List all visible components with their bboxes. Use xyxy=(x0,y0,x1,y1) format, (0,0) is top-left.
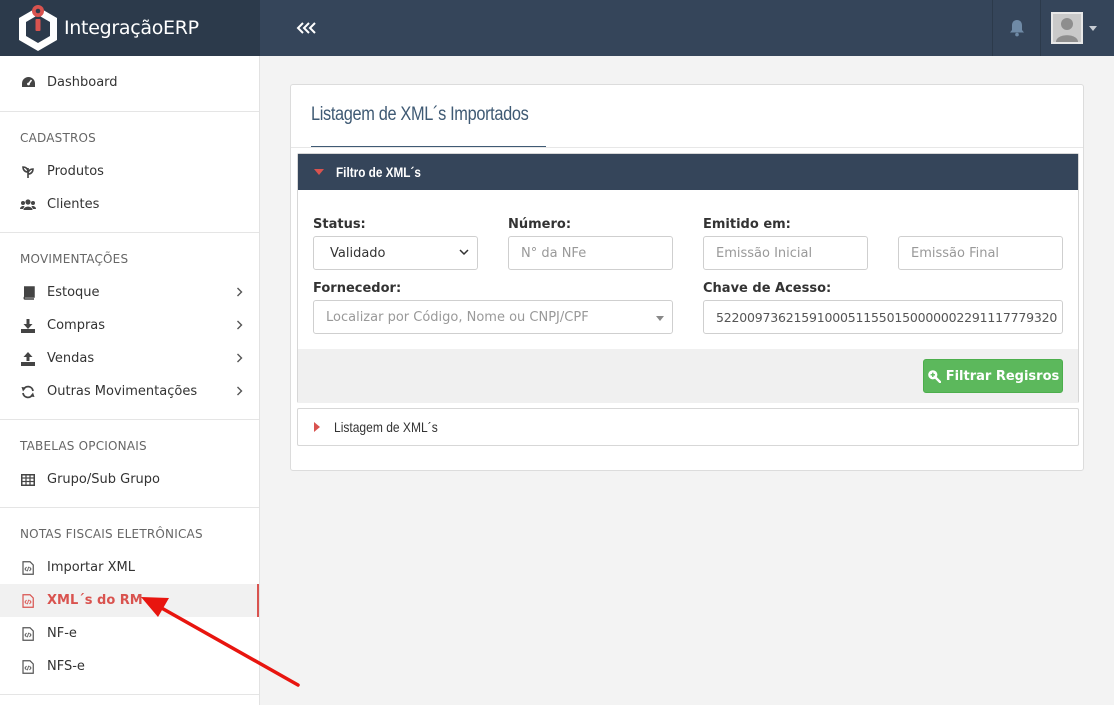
file-code-icon xyxy=(20,560,36,576)
sidebar-item-compras[interactable]: Compras xyxy=(0,309,259,342)
chave-label: Chave de Acesso: xyxy=(703,281,832,296)
filter-button[interactable]: Filtrar Regisros xyxy=(923,359,1063,393)
chevron-right-icon xyxy=(237,353,243,363)
sidebar-section-cadastros: CADASTROS Produtos Clientes xyxy=(0,112,259,233)
section-title: MOVIMENTAÇÕES xyxy=(20,252,129,266)
file-code-icon xyxy=(20,659,36,675)
page-title: Listagem de XML´s Importados xyxy=(311,104,529,125)
bell-icon xyxy=(1009,20,1024,37)
filter-footer: Filtrar Regisros xyxy=(298,349,1078,403)
chave-value: 5220097362159100051155015000000229111777… xyxy=(716,309,1058,325)
caret-down-icon xyxy=(314,169,324,175)
filter-header-toggle[interactable]: Filtro de XML´s xyxy=(298,154,1078,190)
status-label: Status: xyxy=(313,217,366,232)
sidebar-item-label: NFS-e xyxy=(47,659,85,674)
panel-divider xyxy=(291,147,1083,148)
fornecedor-label: Fornecedor: xyxy=(313,281,402,296)
logo-icon xyxy=(19,5,57,51)
section-title: NOTAS FISCAIS ELETRÔNICAS xyxy=(20,527,203,541)
sidebar-item-estoque[interactable]: Estoque xyxy=(0,276,259,309)
avatar xyxy=(1051,12,1083,44)
search-plus-icon xyxy=(927,369,941,383)
emissao-inicial-field[interactable] xyxy=(703,236,868,270)
brand[interactable]: IntegraçãoERP xyxy=(0,0,260,56)
chave-field[interactable]: 5220097362159100051155015000000229111777… xyxy=(703,300,1063,334)
sidebar-item-grupo-sub-grupo[interactable]: Grupo/Sub Grupo xyxy=(0,463,259,496)
topbar: IntegraçãoERP xyxy=(0,0,1114,56)
notifications-button[interactable] xyxy=(992,0,1040,56)
sidebar-item-importar-xml[interactable]: Importar XML xyxy=(0,551,259,584)
emissao-final-field[interactable] xyxy=(898,236,1063,270)
refresh-icon xyxy=(20,384,36,400)
sidebar-item-label: Grupo/Sub Grupo xyxy=(47,472,160,487)
list-header-toggle[interactable]: Listagem de XML´s xyxy=(297,408,1079,446)
sidebar-item-label: Importar XML xyxy=(47,560,135,575)
user-menu[interactable] xyxy=(1040,0,1114,56)
sidebar-item-label: Clientes xyxy=(47,197,100,212)
caret-down-icon xyxy=(656,316,664,321)
sidebar-section-movimentacoes: MOVIMENTAÇÕES Estoque Compras Vendas Out… xyxy=(0,233,259,420)
table-icon xyxy=(20,472,36,488)
collapse-sidebar-button[interactable] xyxy=(286,0,326,56)
leaf-icon xyxy=(20,164,36,180)
section-title: TABELAS OPCIONAIS xyxy=(20,439,147,453)
sidebar-item-label: Produtos xyxy=(47,164,104,179)
caret-right-icon xyxy=(314,422,320,432)
chevron-right-icon xyxy=(237,386,243,396)
sidebar: Dashboard CADASTROS Produtos Clientes MO… xyxy=(0,56,260,705)
sidebar-item-label: Estoque xyxy=(47,285,100,300)
main-panel: Listagem de XML´s Importados Filtro de X… xyxy=(290,84,1084,471)
chevron-down-icon xyxy=(1089,25,1097,31)
filter-button-label: Filtrar Regisros xyxy=(945,368,1060,384)
section-title: CADASTROS xyxy=(20,131,96,145)
upload-icon xyxy=(20,351,36,367)
sidebar-item-label: Compras xyxy=(47,318,106,333)
sidebar-item-label: Vendas xyxy=(47,351,95,366)
download-icon xyxy=(20,318,36,334)
user-silhouette-icon xyxy=(1056,18,1078,42)
sidebar-item-clientes[interactable]: Clientes xyxy=(0,188,259,221)
dashboard-gauge-icon xyxy=(20,75,36,91)
status-select-value: Validado xyxy=(330,245,386,261)
sidebar-section-tabelas: TABELAS OPCIONAIS Grupo/Sub Grupo xyxy=(0,420,259,508)
sidebar-item-xmls-do-rm[interactable]: XML´s do RM xyxy=(0,584,259,617)
numero-input[interactable] xyxy=(521,245,672,261)
emitido-label: Emitido em: xyxy=(703,217,791,232)
filter-header-label: Filtro de XML´s xyxy=(336,164,421,180)
sidebar-item-outras-movimentacoes[interactable]: Outras Movimentações xyxy=(0,375,259,408)
emissao-final-input[interactable] xyxy=(911,245,1062,261)
chevron-down-icon xyxy=(459,249,469,256)
chevron-right-icon xyxy=(237,320,243,330)
file-code-icon xyxy=(20,593,36,609)
sidebar-item-vendas[interactable]: Vendas xyxy=(0,342,259,375)
emissao-inicial-input[interactable] xyxy=(716,245,867,261)
fornecedor-select[interactable]: Localizar por Código, Nome ou CNPJ/CPF xyxy=(313,300,673,334)
brand-name: IntegraçãoERP xyxy=(64,17,199,39)
filter-box: Filtro de XML´s Status: Validado Número:… xyxy=(297,153,1079,403)
sidebar-item-label: Outras Movimentações xyxy=(47,384,198,399)
fornecedor-placeholder: Localizar por Código, Nome ou CNPJ/CPF xyxy=(326,309,589,325)
sidebar-item-produtos[interactable]: Produtos xyxy=(0,155,259,188)
sidebar-item-nfs-e[interactable]: NFS-e xyxy=(0,650,259,683)
book-icon xyxy=(20,285,36,301)
status-select[interactable]: Validado xyxy=(313,236,478,270)
users-icon xyxy=(20,197,36,213)
sidebar-item-label: NF-e xyxy=(47,626,77,641)
file-code-icon xyxy=(20,626,36,642)
sidebar-item-nf-e[interactable]: NF-e xyxy=(0,617,259,650)
sidebar-item-dashboard[interactable]: Dashboard xyxy=(0,66,259,99)
list-header-label: Listagem de XML´s xyxy=(334,419,438,435)
sidebar-item-label: Dashboard xyxy=(47,75,118,90)
sidebar-item-label: XML´s do RM xyxy=(47,593,143,608)
chevron-right-icon xyxy=(237,287,243,297)
numero-field[interactable] xyxy=(508,236,673,270)
double-chevron-left-icon xyxy=(296,22,316,34)
sidebar-section-notas-fiscais: NOTAS FISCAIS ELETRÔNICAS Importar XML X… xyxy=(0,508,259,695)
numero-label: Número: xyxy=(508,217,572,232)
sidebar-section-main: Dashboard xyxy=(0,56,259,112)
